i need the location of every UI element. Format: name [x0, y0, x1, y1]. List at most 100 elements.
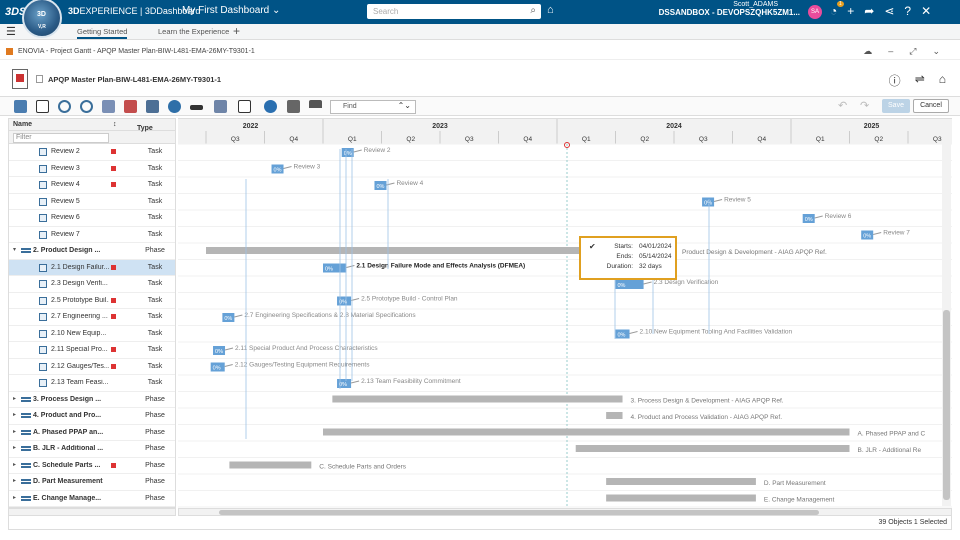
- tag-icon[interactable]: ⌂: [547, 4, 554, 16]
- expand-icon[interactable]: ▸: [13, 477, 16, 484]
- calendar-icon[interactable]: [238, 100, 251, 113]
- info-icon[interactable]: ⓘ: [889, 72, 901, 89]
- settings-sliders-icon[interactable]: ⇌: [915, 72, 925, 89]
- task-name[interactable]: 4. Product and Pro...: [33, 412, 109, 419]
- table-horizontal-scrollbar[interactable]: [8, 508, 176, 516]
- task-name[interactable]: 2.5 Prototype Buil...: [51, 297, 109, 304]
- name-column-header[interactable]: Name: [13, 121, 32, 128]
- tools-icon[interactable]: ✕: [921, 4, 931, 18]
- task-name[interactable]: 2.3 Design Verifi...: [51, 280, 109, 287]
- task-name[interactable]: 2.11 Special Pro...: [51, 346, 109, 353]
- task-name[interactable]: D. Part Measurement: [33, 478, 109, 485]
- search-input[interactable]: Search ⌕: [367, 4, 541, 19]
- task-name[interactable]: Review 2: [51, 148, 109, 155]
- undo-icon[interactable]: ↶: [838, 99, 847, 112]
- filter-icon[interactable]: [309, 100, 322, 113]
- table-row[interactable]: Review 6 Task: [9, 210, 175, 227]
- print-icon[interactable]: [287, 100, 300, 113]
- table-row[interactable]: ▸ A. Phased PPAP an... Phase: [9, 425, 175, 441]
- cancel-button[interactable]: Cancel: [913, 99, 949, 113]
- cloud-icon[interactable]: ☁: [863, 46, 872, 57]
- horizontal-scroll-thumb[interactable]: [219, 510, 819, 515]
- table-row[interactable]: ▸ B. JLR - Additional ... Phase: [9, 441, 175, 458]
- find-input[interactable]: Find ⌃⌄: [330, 100, 416, 114]
- vertical-scrollbar[interactable]: [942, 140, 951, 506]
- task-name[interactable]: C. Schedule Parts ...: [33, 462, 109, 469]
- expand-icon[interactable]: ▸: [13, 494, 16, 501]
- table-row[interactable]: 2.3 Design Verifi... Task: [9, 276, 175, 293]
- zoom-in-icon[interactable]: [58, 100, 71, 113]
- zoom-out-icon[interactable]: [80, 100, 93, 113]
- redo-icon[interactable]: ↷: [860, 99, 869, 112]
- vertical-scroll-thumb[interactable]: [943, 310, 950, 500]
- task-name[interactable]: E. Change Manage...: [33, 495, 109, 502]
- gantt-horizontal-scrollbar[interactable]: [178, 508, 952, 516]
- find-prev-next-icon[interactable]: ⌃⌄: [398, 101, 411, 110]
- table-row[interactable]: 2.11 Special Pro... Task: [9, 342, 175, 359]
- table-row[interactable]: ▸ 4. Product and Pro... Phase: [9, 408, 175, 425]
- table-row[interactable]: ▾ 2. Product Design ... Phase: [9, 243, 175, 260]
- task-name[interactable]: Review 4: [51, 181, 109, 188]
- menu-icon[interactable]: ☰: [6, 25, 16, 38]
- critical-path-icon[interactable]: [124, 100, 137, 113]
- list-view-icon[interactable]: [14, 100, 27, 113]
- fullscreen-icon[interactable]: ⤢: [909, 46, 916, 57]
- add-tab-icon[interactable]: +: [233, 24, 240, 38]
- table-row[interactable]: Review 5 Task: [9, 194, 175, 210]
- minimize-icon[interactable]: –: [888, 46, 893, 57]
- sort-icon[interactable]: ↕: [113, 121, 117, 128]
- table-row[interactable]: 2.12 Gauges/Tes... Task: [9, 359, 175, 375]
- collapse-icon[interactable]: ▾: [13, 246, 16, 253]
- expand-icon[interactable]: ▸: [13, 395, 16, 402]
- table-row[interactable]: ▸ 3. Process Design ... Phase: [9, 392, 175, 408]
- table-row[interactable]: 2.10 New Equip... Task: [9, 326, 175, 342]
- table-row[interactable]: 2.5 Prototype Buil... Task: [9, 293, 175, 309]
- table-row[interactable]: 2.1 Design Failur... Task: [9, 259, 175, 276]
- save-button[interactable]: Save: [882, 99, 910, 113]
- table-row[interactable]: ▸ D. Part Measurement Phase: [9, 474, 175, 491]
- search-icon[interactable]: ⌕: [530, 5, 536, 16]
- table-row[interactable]: ▸ C. Schedule Parts ... Phase: [9, 458, 175, 474]
- task-name[interactable]: Review 5: [51, 198, 109, 205]
- notification-icon[interactable]: ◔ 1: [830, 1, 844, 18]
- task-name[interactable]: A. Phased PPAP an...: [33, 429, 109, 436]
- task-name[interactable]: 2. Product Design ...: [33, 247, 109, 254]
- task-name[interactable]: Review 6: [51, 214, 109, 221]
- task-name[interactable]: 2.7 Engineering ...: [51, 313, 109, 320]
- expand-icon[interactable]: ▸: [13, 444, 16, 451]
- baseline-icon[interactable]: [190, 105, 203, 110]
- indent-icon[interactable]: [102, 100, 115, 113]
- avatar[interactable]: SA: [808, 5, 822, 19]
- expand-icon[interactable]: ▸: [13, 428, 16, 435]
- table-row[interactable]: Review 3 Task: [9, 161, 175, 177]
- filter-input[interactable]: Filter: [13, 133, 109, 143]
- table-row[interactable]: ▸ E. Change Manage... Phase: [9, 491, 175, 507]
- more-icon[interactable]: ⌄: [932, 46, 940, 57]
- table-row[interactable]: Review 4 Task: [9, 177, 175, 194]
- dice-icon[interactable]: [36, 100, 49, 113]
- table-row[interactable]: 2.7 Engineering ... Task: [9, 309, 175, 326]
- expand-icon[interactable]: ▸: [13, 461, 16, 468]
- task-name[interactable]: Review 3: [51, 165, 109, 172]
- expand-icon[interactable]: ▸: [13, 411, 16, 418]
- table-row[interactable]: 2.13 Team Feasi... Task: [9, 375, 175, 392]
- table-row[interactable]: Review 7 Task: [9, 227, 175, 243]
- tab-getting-started[interactable]: Getting Started: [77, 27, 128, 39]
- tab-learn-the-experience[interactable]: Learn the Experience: [158, 27, 229, 36]
- gear-icon[interactable]: [264, 100, 277, 113]
- add-icon[interactable]: +: [847, 4, 854, 18]
- globe-icon[interactable]: [168, 100, 181, 113]
- home-icon[interactable]: ⌂: [939, 72, 946, 89]
- type-column-header[interactable]: Type: [137, 125, 153, 132]
- help-icon[interactable]: ?: [904, 4, 911, 18]
- task-name[interactable]: 3. Process Design ...: [33, 396, 109, 403]
- task-name[interactable]: 2.12 Gauges/Tes...: [51, 363, 109, 370]
- task-name[interactable]: Review 7: [51, 231, 109, 238]
- share-icon[interactable]: ➦: [864, 4, 874, 18]
- task-name[interactable]: 2.13 Team Feasi...: [51, 379, 109, 386]
- network-icon[interactable]: ⋖: [884, 4, 894, 18]
- task-name[interactable]: 2.10 New Equip...: [51, 330, 109, 337]
- filter-task-icon[interactable]: [146, 100, 159, 113]
- chart-icon[interactable]: [214, 100, 227, 113]
- dashboard-selector[interactable]: My First Dashboard ⌄: [182, 5, 280, 16]
